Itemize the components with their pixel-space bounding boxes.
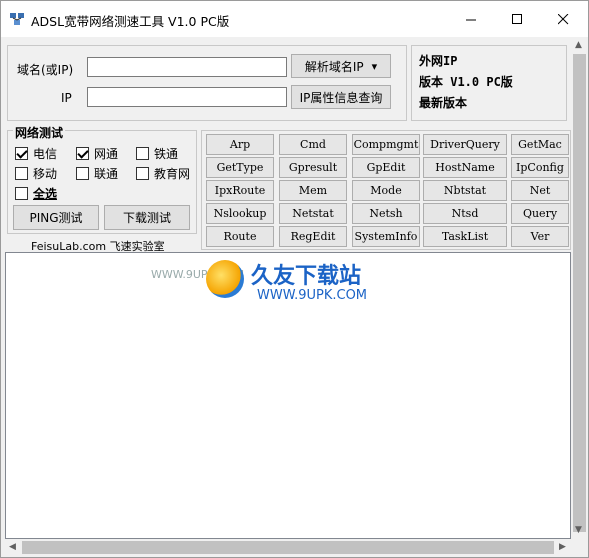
scroll-left-icon[interactable]: ◀ <box>9 542 16 552</box>
latest-version-text: 最新版本 <box>419 96 468 110</box>
tool-ver-button[interactable]: Ver <box>511 226 569 247</box>
tool-net-button[interactable]: Net <box>511 180 569 201</box>
tool-mode-button[interactable]: Mode <box>352 180 420 201</box>
horizontal-scroll-thumb[interactable] <box>22 541 554 554</box>
maximize-icon <box>511 13 522 24</box>
tool-arp-button[interactable]: Arp <box>206 134 274 155</box>
close-button[interactable] <box>540 1 586 37</box>
horizontal-scrollbar[interactable]: ◀ ▶ <box>5 539 571 556</box>
minimize-icon <box>465 19 476 20</box>
resolve-domain-button[interactable]: 解析域名IP ▾ <box>291 54 391 78</box>
app-window: ADSL宽带网络测速工具 V1.0 PC版 域名(或IP) 解析域名IP ▾ I… <box>0 0 589 558</box>
checkbox[interactable] <box>15 147 28 160</box>
output-textarea[interactable] <box>5 252 571 539</box>
tool-gettype-button[interactable]: GetType <box>206 157 274 178</box>
option-label: 移动 <box>33 167 58 181</box>
ip-label: IP <box>61 91 72 105</box>
tool-hostname-button[interactable]: HostName <box>423 157 507 178</box>
ping-test-button[interactable]: PING测试 <box>13 205 99 230</box>
tool-ipconfig-button[interactable]: IpConfig <box>511 157 569 178</box>
scroll-up-icon[interactable]: ▲ <box>575 40 582 50</box>
vertical-scrollbar[interactable]: ▲ ▼ <box>571 37 588 539</box>
close-icon <box>557 13 568 24</box>
tool-query-button[interactable]: Query <box>511 203 569 224</box>
ip-info-query-button[interactable]: IP属性信息查询 <box>291 85 391 109</box>
tool-compmgmt-button[interactable]: Compmgmt <box>352 134 420 155</box>
domain-input[interactable] <box>87 57 287 77</box>
app-network-icon <box>10 13 24 25</box>
option-label: 电信 <box>33 147 58 161</box>
window-title: ADSL宽带网络测速工具 V1.0 PC版 <box>31 14 230 29</box>
vertical-scroll-thumb[interactable] <box>573 54 586 532</box>
option-education[interactable]: 教育网 <box>136 165 190 182</box>
option-mobile[interactable]: 移动 <box>15 165 57 182</box>
select-all-label: 全选 <box>33 187 58 201</box>
checkbox[interactable] <box>76 167 89 180</box>
scroll-right-icon[interactable]: ▶ <box>559 542 566 552</box>
tool-systeminfo-button[interactable]: SystemInfo <box>352 226 420 247</box>
network-test-title: 网络测试 <box>13 124 66 141</box>
resolve-domain-label: 解析域名IP <box>304 59 364 74</box>
title-bar: ADSL宽带网络测速工具 V1.0 PC版 <box>1 1 588 37</box>
option-label: 联通 <box>94 167 119 181</box>
ip-input[interactable] <box>87 87 287 107</box>
option-label: 铁通 <box>154 147 179 161</box>
option-tietong[interactable]: 铁通 <box>136 145 178 162</box>
domain-label: 域名(或IP) <box>17 63 74 77</box>
option-unicom[interactable]: 联通 <box>76 165 118 182</box>
tool-tasklist-button[interactable]: TaskList <box>423 226 507 247</box>
checkbox[interactable] <box>136 167 149 180</box>
checkbox[interactable] <box>15 187 28 200</box>
select-all-option[interactable]: 全选 <box>15 185 57 202</box>
maximize-button[interactable] <box>494 1 540 37</box>
checkbox[interactable] <box>136 147 149 160</box>
external-ip-text: 外网IP <box>419 54 458 68</box>
minimize-button[interactable] <box>448 1 494 37</box>
tool-netsh-button[interactable]: Netsh <box>352 203 420 224</box>
tool-netstat-button[interactable]: Netstat <box>279 203 347 224</box>
scroll-down-icon[interactable]: ▼ <box>575 525 582 535</box>
tool-nbtstat-button[interactable]: Nbtstat <box>423 180 507 201</box>
version-text: 版本 V1.0 PC版 <box>419 75 513 89</box>
tool-getmac-button[interactable]: GetMac <box>511 134 569 155</box>
option-label: 教育网 <box>154 167 191 181</box>
option-telecom[interactable]: 电信 <box>15 145 57 162</box>
dropdown-arrow-icon: ▾ <box>371 59 378 73</box>
tool-mem-button[interactable]: Mem <box>279 180 347 201</box>
tool-driverquery-button[interactable]: DriverQuery <box>423 134 507 155</box>
checkbox[interactable] <box>76 147 89 160</box>
tool-cmd-button[interactable]: Cmd <box>279 134 347 155</box>
tool-ntsd-button[interactable]: Ntsd <box>423 203 507 224</box>
checkbox[interactable] <box>15 167 28 180</box>
option-netcom[interactable]: 网通 <box>76 145 118 162</box>
tool-nslookup-button[interactable]: Nslookup <box>206 203 274 224</box>
tool-gpedit-button[interactable]: GpEdit <box>352 157 420 178</box>
download-test-button[interactable]: 下载测试 <box>104 205 190 230</box>
tool-regedit-button[interactable]: RegEdit <box>279 226 347 247</box>
tool-route-button[interactable]: Route <box>206 226 274 247</box>
tool-ipxroute-button[interactable]: IpxRoute <box>206 180 274 201</box>
option-label: 网通 <box>94 147 119 161</box>
tool-gpresult-button[interactable]: Gpresult <box>279 157 347 178</box>
